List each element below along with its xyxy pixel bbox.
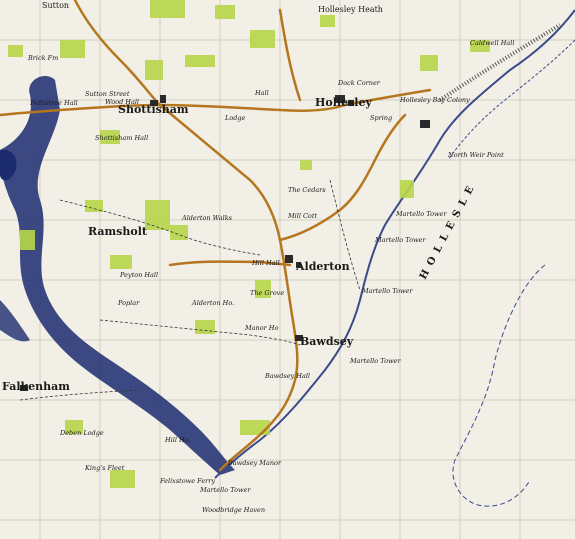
label-north-weir-point: North Weir Point [447, 151, 504, 159]
label-sutton-street: Sutton Street [85, 90, 130, 98]
label-the-grove: The Grove [250, 289, 284, 297]
label-poplar: Poplar [117, 299, 140, 307]
label-alderton-walks: Alderton Walks [181, 214, 233, 222]
label-hill-hall: Hill Hall [251, 259, 280, 267]
label-ramsholt: Ramsholt [88, 225, 148, 238]
label-falkenham: Falkenham [2, 380, 70, 393]
label-martello-5: Martello Tower [199, 486, 251, 494]
label-hill-ho: Hill Ho. [164, 436, 191, 444]
label-lodge: Lodge [224, 114, 246, 122]
label-bawdsey: Bawdsey [300, 335, 354, 348]
label-martello-3: Martello Tower [361, 287, 413, 295]
label-wood-hall: Wood Hall [105, 98, 139, 106]
label-felixstowe-ferry: Felixstowe Ferry [159, 477, 215, 485]
label-hollesley: Hollesley [315, 96, 372, 109]
label-woodbridge-haven: Woodbridge Haven [202, 506, 265, 514]
label-pettistree-hall: Pettistree Hall [29, 99, 78, 107]
label-spring: Spring [370, 114, 392, 122]
label-brick-fm: Brick Fm [27, 54, 58, 62]
label-caldwell-hall: Caldwell Hall [470, 39, 514, 47]
label-hollesley-bay: Hollesley Bay Colony [399, 96, 470, 104]
label-the-cedars: The Cedars [288, 186, 326, 194]
label-peyton-hall: Peyton Hall [119, 271, 158, 279]
label-shottisham-hall: Shottisham Hall [95, 134, 148, 142]
label-bawdsey-hall: Bawdsey Hall [264, 372, 310, 380]
label-alderton: Alderton [295, 260, 350, 273]
label-martello-4: Martello Tower [349, 357, 401, 365]
label-martello-1: Martello Tower [395, 210, 447, 218]
label-bawdsey-manor: Bawdsey Manor [227, 459, 282, 467]
label-deben-lodge: Deben Lodge [59, 429, 104, 437]
label-dock-corner: Dock Corner [337, 79, 381, 87]
label-mill-cott: Mill Cott [287, 212, 317, 220]
label-hollesley-heath: Hollesley Heath [318, 5, 383, 14]
label-manor-ho: Manor Ho [244, 324, 278, 332]
map-background [0, 0, 575, 539]
label-alderton-ho: Alderton Ho. [191, 299, 234, 307]
label-kings-fleet: King's Fleet [84, 464, 125, 472]
label-sutton: Sutton [42, 1, 69, 10]
label-martello-2: Martello Tower [374, 236, 426, 244]
map-canvas[interactable]: Sutton Hollesley Heath Hollesley Shottis… [0, 0, 575, 539]
label-mill-hall: Hall [254, 89, 269, 97]
